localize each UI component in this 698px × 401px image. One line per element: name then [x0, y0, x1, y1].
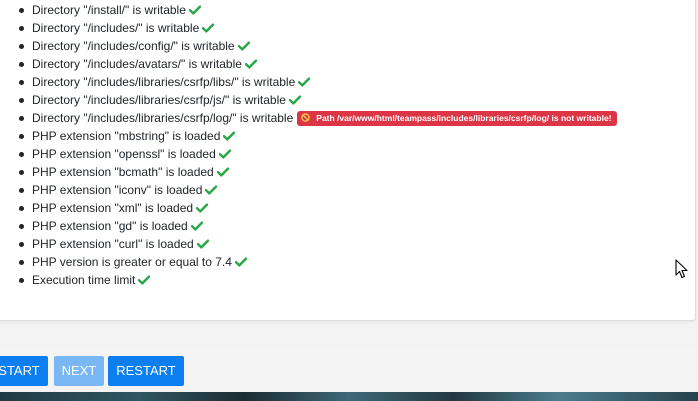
error-badge: Path /var/www/html/teampass/includes/lib… — [297, 111, 617, 126]
ban-icon — [301, 113, 311, 122]
check-icon — [234, 257, 247, 267]
bullet-icon — [19, 62, 24, 67]
check-label: Directory "/includes/libraries/csrfp/log… — [32, 111, 294, 125]
check-icon — [190, 221, 203, 231]
check-item: Directory "/install/" is writable — [0, 1, 617, 19]
check-label: Directory "/install/" is writable — [32, 3, 186, 17]
check-label: Directory "/includes/config/" is writabl… — [32, 39, 235, 53]
check-icon — [223, 131, 236, 141]
check-item: Directory "/includes/config/" is writabl… — [0, 37, 617, 55]
bullet-icon — [19, 80, 24, 85]
check-icon — [205, 185, 218, 195]
check-item: PHP extension "xml" is loaded — [0, 199, 617, 217]
check-icon — [138, 275, 151, 285]
restart-button[interactable]: RESTART — [108, 356, 184, 386]
checks-list: Directory "/install/" is writable Directo… — [0, 1, 617, 289]
check-label: PHP extension "iconv" is loaded — [32, 183, 203, 197]
bullet-icon — [19, 116, 24, 121]
check-item: PHP extension "iconv" is loaded — [0, 181, 617, 199]
bullet-icon — [19, 134, 24, 139]
bullet-icon — [19, 278, 24, 283]
check-item: PHP extension "bcmath" is loaded — [0, 163, 617, 181]
check-item: Directory "/includes/libraries/csrfp/log… — [0, 109, 617, 127]
check-item: Directory "/includes/" is writable — [0, 19, 617, 37]
check-item: Directory "/includes/libraries/csrfp/js/… — [0, 91, 617, 109]
check-label: PHP extension "mbstring" is loaded — [32, 129, 221, 143]
bullet-icon — [19, 206, 24, 211]
check-label: Directory "/includes/libraries/csrfp/js/… — [32, 93, 286, 107]
bullet-icon — [19, 8, 24, 13]
check-icon — [196, 239, 209, 249]
mouse-cursor-icon — [675, 259, 688, 279]
bullet-icon — [19, 188, 24, 193]
check-icon — [244, 59, 257, 69]
check-item: PHP extension "openssl" is loaded — [0, 145, 617, 163]
check-label: Directory "/includes/avatars/" is writab… — [32, 57, 242, 71]
check-label: Directory "/includes/" is writable — [32, 21, 200, 35]
error-message: Path /var/www/html/teampass/includes/lib… — [316, 113, 612, 123]
check-item: PHP extension "mbstring" is loaded — [0, 127, 617, 145]
bullet-icon — [19, 170, 24, 175]
check-icon — [202, 23, 215, 33]
bullet-icon — [19, 260, 24, 265]
check-item: PHP extension "curl" is loaded — [0, 235, 617, 253]
bullet-icon — [19, 224, 24, 229]
check-label: PHP extension "curl" is loaded — [32, 237, 194, 251]
check-icon — [218, 149, 231, 159]
bullet-icon — [19, 152, 24, 157]
background-image — [0, 392, 698, 401]
check-label: PHP version is greater or equal to 7.4 — [32, 255, 232, 269]
check-label: Execution time limit — [32, 273, 136, 287]
check-label: PHP extension "gd" is loaded — [32, 219, 188, 233]
check-label: Directory "/includes/libraries/csrfp/lib… — [32, 75, 296, 89]
bullet-icon — [19, 98, 24, 103]
check-icon — [188, 5, 201, 15]
check-icon — [237, 41, 250, 51]
bullet-icon — [19, 242, 24, 247]
check-icon — [216, 167, 229, 177]
check-label: PHP extension "openssl" is loaded — [32, 147, 216, 161]
check-item: Directory "/includes/libraries/csrfp/lib… — [0, 73, 617, 91]
check-item: Execution time limit — [0, 271, 617, 289]
checks-card: Directory "/install/" is writable Directo… — [0, 0, 696, 321]
check-item: Directory "/includes/avatars/" is writab… — [0, 55, 617, 73]
start-button[interactable]: START — [0, 356, 48, 386]
next-button[interactable]: NEXT — [54, 356, 104, 386]
check-icon — [196, 203, 209, 213]
wizard-footer: START NEXT RESTART — [0, 347, 698, 392]
check-label: PHP extension "bcmath" is loaded — [32, 165, 214, 179]
check-icon — [298, 77, 311, 87]
check-item: PHP version is greater or equal to 7.4 — [0, 253, 617, 271]
bullet-icon — [19, 26, 24, 31]
check-label: PHP extension "xml" is loaded — [32, 201, 194, 215]
check-item: PHP extension "gd" is loaded — [0, 217, 617, 235]
bullet-icon — [19, 44, 24, 49]
check-icon — [288, 95, 301, 105]
